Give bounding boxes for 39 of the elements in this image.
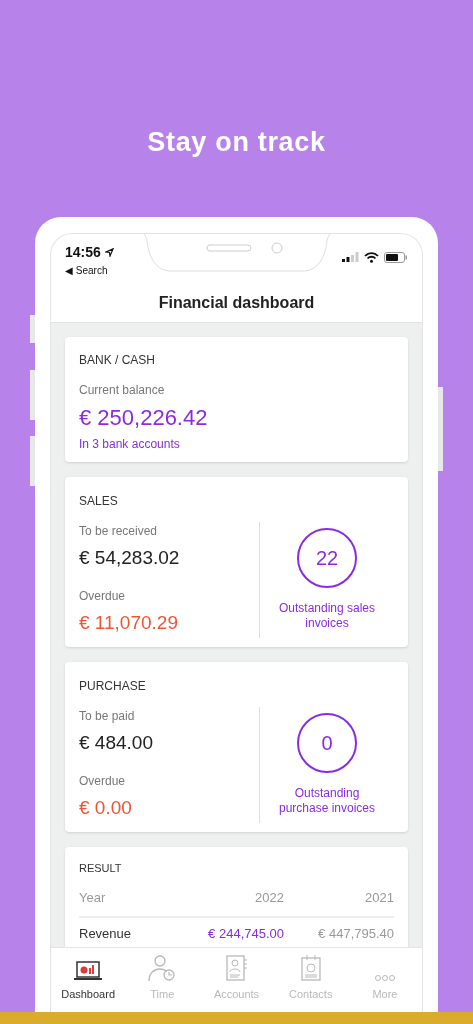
due-label: To be paid <box>79 707 136 725</box>
invoice-count-label: Outstanding sales invoices <box>277 600 377 631</box>
due-amount: € 54,283.02 <box>79 545 181 570</box>
invoice-count-badge[interactable]: 0 <box>297 712 357 773</box>
battery-icon <box>384 251 408 263</box>
tab-item[interactable]: Dashboard <box>51 948 126 1012</box>
more-icon <box>373 973 396 982</box>
overdue-label: Overdue <box>79 588 127 605</box>
card-heading: PURCHASE <box>79 677 147 695</box>
card-heading: SALES <box>79 492 119 510</box>
due-amount: € 484.00 <box>79 730 154 755</box>
overdue-label: Overdue <box>79 773 127 790</box>
due-label: To be received <box>79 522 159 540</box>
contact-card-icon <box>299 953 322 982</box>
balance-amount: € 250,226.42 <box>79 403 209 432</box>
location-arrow-icon <box>104 247 114 257</box>
table-cell-text: Revenue <box>79 924 133 943</box>
table-cell-text: € 447,795.40 <box>317 924 394 943</box>
signal-icon <box>342 252 359 262</box>
person-clock-icon <box>147 953 178 982</box>
wifi-icon <box>364 251 379 263</box>
bank-accounts-link[interactable]: In 3 bank accounts <box>79 434 394 453</box>
card-heading: RESULT <box>79 860 123 876</box>
column-header: 2022 <box>254 889 284 907</box>
back-link[interactable]: ◀ Search <box>65 262 114 278</box>
column-header: Year <box>79 889 107 907</box>
invoice-count-badge[interactable]: 22 <box>297 527 357 588</box>
column-header: 2021 <box>364 889 394 907</box>
headline: Stay on track <box>147 126 326 159</box>
invoice-count-label: Outstanding purchase invoices <box>277 785 377 816</box>
laptop-chart-icon <box>73 959 104 982</box>
table-cell-text: € 244,745.00 <box>207 924 284 943</box>
ledger-icon <box>224 953 249 982</box>
status-time: 14:56 <box>65 242 101 262</box>
screen-title: Financial dashboard <box>158 293 315 313</box>
card-heading: BANK / CASH <box>79 351 157 369</box>
balance-label: Current balance <box>79 381 166 399</box>
overdue-amount: € 0.00 <box>79 796 133 820</box>
overdue-amount: € 11,070.29 <box>79 611 179 635</box>
